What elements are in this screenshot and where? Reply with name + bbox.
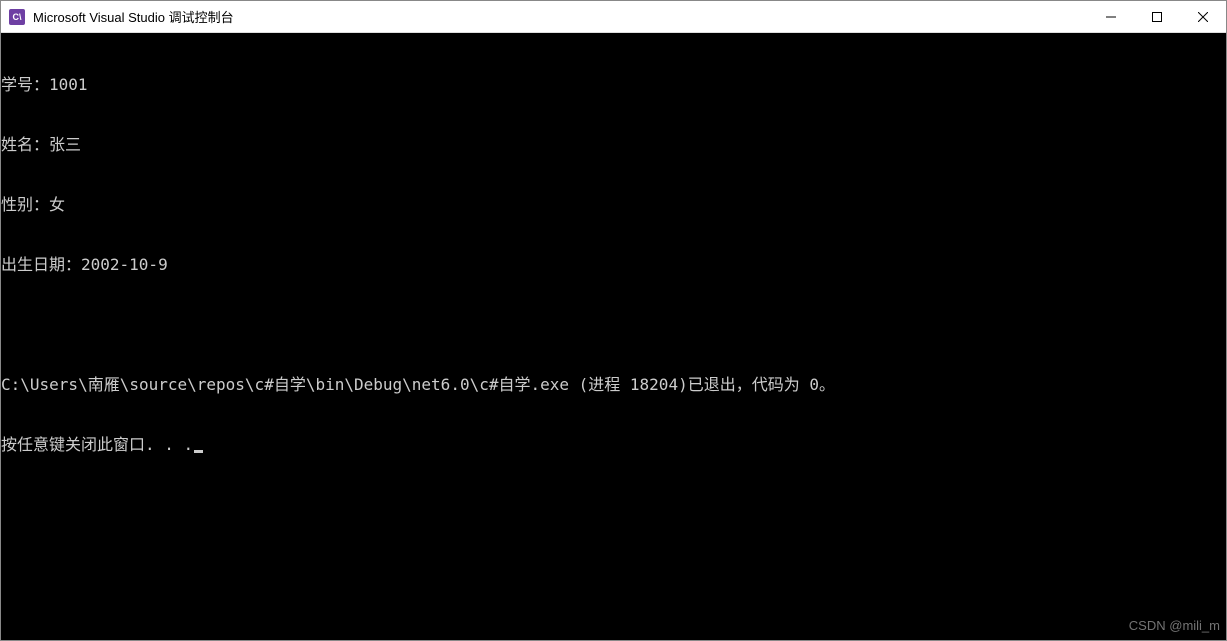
maximize-icon: [1152, 12, 1162, 22]
window-title: Microsoft Visual Studio 调试控制台: [33, 7, 1088, 26]
minimize-icon: [1106, 12, 1116, 22]
app-icon: C\: [9, 9, 25, 25]
console-line: 性别：女: [1, 195, 1226, 215]
console-line: 姓名：张三: [1, 135, 1226, 155]
console-output[interactable]: 学号：1001 姓名：张三 性别：女 出生日期：2002-10-9 C:\Use…: [1, 33, 1226, 640]
close-icon: [1198, 12, 1208, 22]
close-button[interactable]: [1180, 1, 1226, 32]
titlebar[interactable]: C\ Microsoft Visual Studio 调试控制台: [1, 1, 1226, 33]
console-line: 学号：1001: [1, 75, 1226, 95]
console-prompt-text: 按任意键关闭此窗口. . .: [1, 435, 193, 454]
cursor-icon: [194, 450, 203, 453]
app-icon-text: C\: [13, 12, 22, 22]
window-controls: [1088, 1, 1226, 32]
minimize-button[interactable]: [1088, 1, 1134, 32]
debug-console-window: C\ Microsoft Visual Studio 调试控制台 学号：1001…: [0, 0, 1227, 641]
console-line: 出生日期：2002-10-9: [1, 255, 1226, 275]
watermark: CSDN @mili_m: [1129, 618, 1220, 634]
console-prompt-line: 按任意键关闭此窗口. . .: [1, 435, 1226, 455]
console-line: C:\Users\南雁\source\repos\c#自学\bin\Debug\…: [1, 375, 1226, 395]
console-line: [1, 315, 1226, 335]
maximize-button[interactable]: [1134, 1, 1180, 32]
